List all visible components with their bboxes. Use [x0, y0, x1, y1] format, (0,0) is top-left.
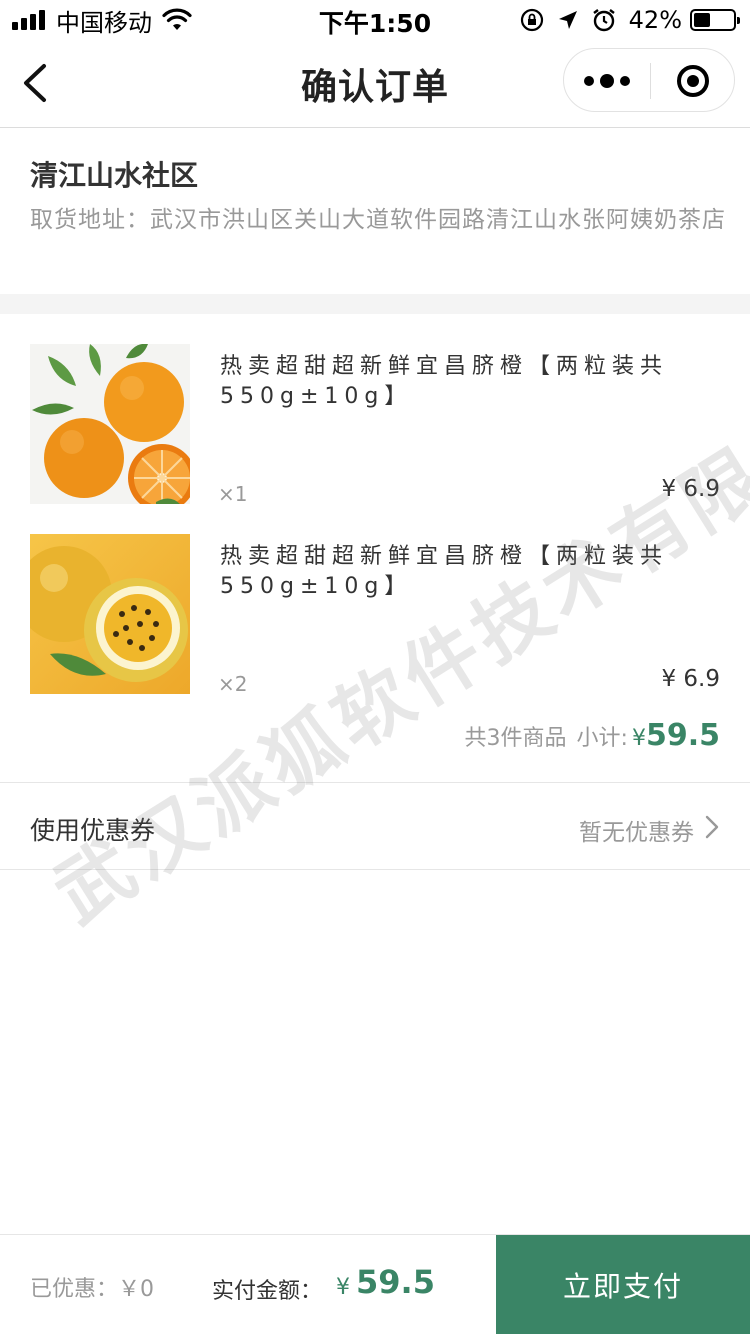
product-name: 热卖超甜超新鲜宜昌脐橙【两粒装共550g±10g】 [220, 354, 669, 409]
battery-icon [690, 9, 740, 31]
discount-amount: 已优惠：￥0 [30, 1277, 154, 1302]
subtotal-currency: ¥ [631, 726, 646, 751]
product-item[interactable]: 热卖超甜超新鲜宜昌脐橙【两粒装共550g±10g】 ×1 ¥ 6.9 [0, 344, 750, 506]
mini-program-capsule [563, 48, 735, 112]
location-icon [558, 11, 577, 29]
product-name: 热卖超甜超新鲜宜昌脐橙【两粒装共550g±10g】 [220, 544, 669, 599]
subtotal-amount: 59.5 [645, 718, 720, 753]
pickup-info: 清江山水社区 取货地址：武汉市洪山区关山大道软件园路清江山水张阿姨奶茶店 [0, 128, 750, 294]
item-count: 共3件商品 [464, 726, 567, 751]
status-right: 42% [509, 6, 740, 34]
pickup-address: 取货地址：武汉市洪山区关山大道软件园路清江山水张阿姨奶茶店 [30, 207, 726, 233]
payable-currency: ¥ [336, 1275, 350, 1300]
checkout-bar: 已优惠：￥0 实付金额： ¥ 59.5 立即支付 [0, 1234, 750, 1334]
status-bar: 中国移动 下午1:50 42% [0, 0, 750, 40]
alarm-icon [592, 9, 615, 32]
product-price: ¥ 6.9 [661, 476, 720, 502]
section-gap [0, 294, 750, 314]
community-name: 清江山水社区 [30, 159, 199, 192]
product-price: ¥ 6.9 [661, 666, 720, 692]
pay-now-button[interactable]: 立即支付 [496, 1235, 750, 1334]
payable-label: 实付金额： [212, 1279, 323, 1304]
battery-percent: 42% [628, 6, 682, 34]
chevron-right-icon [705, 815, 719, 839]
subtotal-label: 小计: [576, 726, 628, 751]
coupon-label: 使用优惠券 [30, 816, 156, 845]
orange-image [30, 344, 190, 504]
more-icon[interactable] [564, 49, 650, 113]
close-mini-program-icon[interactable] [650, 49, 736, 113]
coupon-value: 暂无优惠券 [579, 820, 694, 846]
coupon-row[interactable]: 使用优惠券 暂无优惠券 [0, 782, 750, 870]
passion-fruit-image [30, 534, 190, 694]
order-subtotal: 共3件商品 小计: ¥ 59.5 [465, 718, 720, 758]
product-quantity: ×1 [218, 482, 248, 506]
product-item[interactable]: 热卖超甜超新鲜宜昌脐橙【两粒装共550g±10g】 ×2 ¥ 6.9 [0, 534, 750, 696]
rotation-lock-icon [520, 8, 543, 32]
payable-amount: 59.5 [356, 1263, 435, 1301]
product-quantity: ×2 [218, 672, 248, 696]
navigation-bar: 确认订单 [0, 40, 750, 128]
